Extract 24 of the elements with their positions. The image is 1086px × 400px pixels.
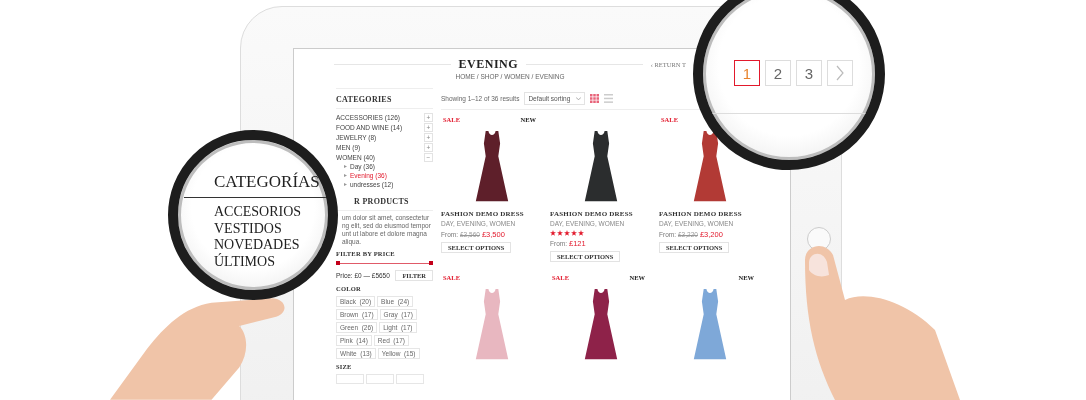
chevron-right-icon xyxy=(836,65,844,81)
triangle-icon xyxy=(344,165,347,168)
size-option[interactable] xyxy=(396,374,424,384)
magnified-category: VESTIDOS xyxy=(214,220,283,237)
dress-drawing[interactable] xyxy=(473,130,510,204)
caret-icon xyxy=(576,96,582,101)
grid-view-icon[interactable] xyxy=(590,94,600,103)
magnified-heading: CATEGORÍAS xyxy=(214,172,321,192)
categories-heading: CATEGORIES xyxy=(336,95,433,109)
list-view-icon[interactable] xyxy=(604,94,614,103)
magnified-category: NOVEDADES xyxy=(214,237,301,253)
dress-drawing[interactable] xyxy=(582,130,619,204)
triangle-icon xyxy=(344,174,347,177)
dress-drawing[interactable] xyxy=(691,130,728,204)
size-option[interactable] xyxy=(336,374,364,384)
page-link[interactable]: 2 xyxy=(765,60,791,86)
page-link[interactable]: 3 xyxy=(796,60,822,86)
size-option[interactable] xyxy=(366,374,394,384)
magnified-category: ACCESORIOS xyxy=(214,204,303,221)
triangle-icon xyxy=(344,183,347,186)
magnified-category: ÚLTIMOS xyxy=(214,253,276,270)
next-page-button[interactable] xyxy=(827,60,853,86)
dress-drawing[interactable] xyxy=(582,288,619,362)
page-title: EVENING xyxy=(458,57,519,72)
